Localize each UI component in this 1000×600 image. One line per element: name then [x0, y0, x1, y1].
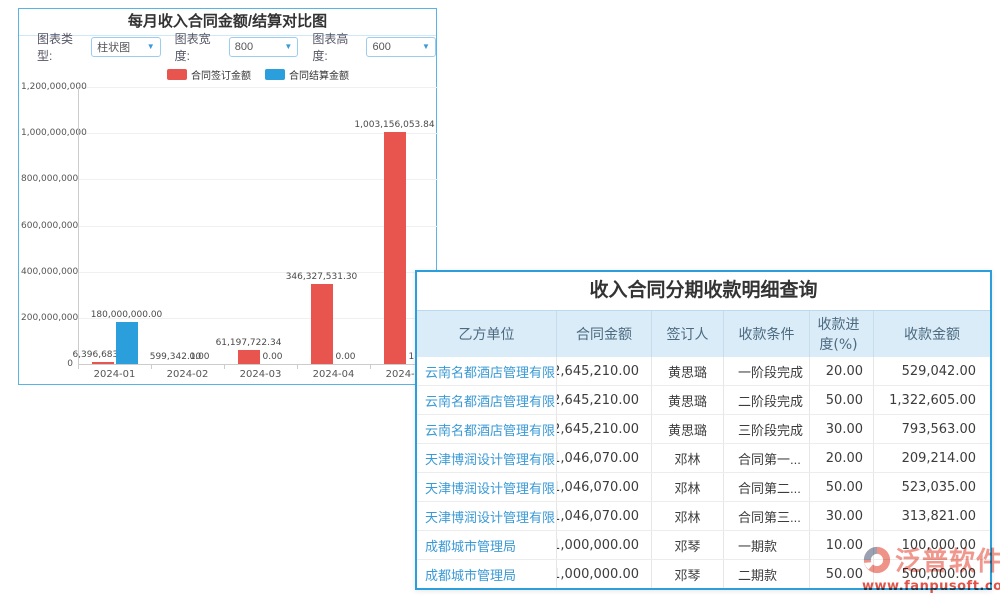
table-cell: 2,645,210.00	[557, 357, 652, 385]
table-cell: 30.00	[810, 502, 874, 530]
bar-chart: 1,200,000,000 1,000,000,000 800,000,000 600…	[19, 9, 436, 384]
bar-value-label: 346,327,531.30	[286, 272, 358, 282]
table-cell: 50.00	[810, 473, 874, 501]
chart-bar	[116, 322, 138, 364]
table-cell: 793,563.00	[874, 415, 990, 443]
y-axis-label: 0	[21, 359, 73, 369]
table-cell: 二阶段完成	[724, 386, 810, 414]
table-cell: 邓琴	[652, 531, 724, 559]
x-axis-label: 2024-03	[240, 369, 282, 380]
chart-bar	[238, 350, 260, 364]
party-b-link[interactable]: 成都城市管理局	[417, 560, 557, 588]
table-cell: 209,214.00	[874, 444, 990, 472]
x-axis-tick	[151, 365, 152, 369]
table-cell: 20.00	[810, 444, 874, 472]
party-b-link[interactable]: 成都城市管理局	[417, 531, 557, 559]
party-b-link[interactable]: 天津博润设计管理有限公	[417, 444, 557, 472]
table-cell: 2,645,210.00	[557, 415, 652, 443]
y-axis-label: 600,000,000	[21, 221, 73, 231]
table-row: 云南名都酒店管理有限公2,645,210.00黄思璐三阶段完成30.00793,…	[417, 415, 990, 444]
table-cell: 30.00	[810, 415, 874, 443]
table-cell: 1,322,605.00	[874, 386, 990, 414]
table-cell: 合同第三...	[724, 502, 810, 530]
bar-value-label: 180,000,000.00	[91, 310, 163, 320]
table-cell: 1,000,000.00	[557, 531, 652, 559]
x-axis-label: 2024-01	[94, 369, 136, 380]
table-row: 云南名都酒店管理有限公2,645,210.00黄思璐二阶段完成50.001,32…	[417, 386, 990, 415]
table-cell: 313,821.00	[874, 502, 990, 530]
table-cell: 1,000,000.00	[557, 560, 652, 588]
table-cell: 2,645,210.00	[557, 386, 652, 414]
table-cell: 合同第一...	[724, 444, 810, 472]
party-b-link[interactable]: 云南名都酒店管理有限公	[417, 415, 557, 443]
table-cell: 邓林	[652, 444, 724, 472]
x-axis-tick	[224, 365, 225, 369]
watermark-brand: 泛普软件	[895, 541, 1000, 578]
table-row: 天津博润设计管理有限公1,046,070.00邓林合同第三...30.00313…	[417, 502, 990, 531]
y-axis-line	[78, 87, 79, 364]
column-header-2: 签订人	[652, 311, 724, 357]
x-axis-line	[78, 364, 438, 365]
table-cell: 523,035.00	[874, 473, 990, 501]
table-row: 天津博润设计管理有限公1,046,070.00邓林合同第二...50.00523…	[417, 473, 990, 502]
table-cell: 一期款	[724, 531, 810, 559]
table-cell: 合同第二...	[724, 473, 810, 501]
y-axis-label: 400,000,000	[21, 267, 73, 277]
y-axis-label: 200,000,000	[21, 313, 73, 323]
watermark-url: www.fanpusoft.com	[862, 579, 998, 594]
table-header-row: 乙方单位合同金额签订人收款条件收款进度(%)收款金额	[417, 310, 990, 357]
chart-bar	[92, 362, 114, 364]
bar-value-label: 1,003,156,053.84	[354, 120, 434, 130]
table-cell: 一阶段完成	[724, 357, 810, 385]
bar-value-label: 0.00	[262, 352, 282, 362]
bar-value-label: 0.00	[189, 352, 209, 362]
table-cell: 黄思璐	[652, 357, 724, 385]
table-cell: 邓琴	[652, 560, 724, 588]
table-cell: 黄思璐	[652, 415, 724, 443]
x-axis-tick	[370, 365, 371, 369]
table-cell: 三阶段完成	[724, 415, 810, 443]
chart-bar	[384, 132, 406, 364]
table-row: 天津博润设计管理有限公1,046,070.00邓林合同第一...20.00209…	[417, 444, 990, 473]
y-axis-label: 800,000,000	[21, 174, 73, 184]
chart-bar	[311, 284, 333, 364]
column-header-5: 收款金额	[874, 311, 990, 357]
table-cell: 20.00	[810, 357, 874, 385]
y-axis-label: 1,000,000,000	[21, 128, 73, 138]
bar-value-label: 0.00	[335, 352, 355, 362]
table-cell: 邓林	[652, 473, 724, 501]
x-axis-label: 2024-02	[167, 369, 209, 380]
party-b-link[interactable]: 天津博润设计管理有限公	[417, 502, 557, 530]
bar-value-label: 61,197,722.34	[216, 338, 282, 348]
column-header-1: 合同金额	[557, 311, 652, 357]
x-axis-label: 2024-04	[313, 369, 355, 380]
column-header-4: 收款进度(%)	[810, 311, 874, 357]
column-header-0: 乙方单位	[417, 311, 557, 357]
y-axis-label: 1,200,000,000	[21, 82, 73, 92]
grid-line	[78, 87, 438, 88]
page: 每月收入合同金额/结算对比图 图表类型:柱状图▼图表宽度:800▼图表高度:60…	[0, 0, 1000, 600]
watermark: 泛普软件 www.fanpusoft.com	[862, 541, 998, 594]
fanpu-logo-icon	[862, 545, 892, 575]
table-title: 收入合同分期收款明细查询	[417, 272, 990, 310]
party-b-link[interactable]: 云南名都酒店管理有限公	[417, 357, 557, 385]
table-cell: 二期款	[724, 560, 810, 588]
x-axis-tick	[297, 365, 298, 369]
table-cell: 黄思璐	[652, 386, 724, 414]
table-cell: 邓林	[652, 502, 724, 530]
party-b-link[interactable]: 云南名都酒店管理有限公	[417, 386, 557, 414]
party-b-link[interactable]: 天津博润设计管理有限公	[417, 473, 557, 501]
table-cell: 1,046,070.00	[557, 502, 652, 530]
column-header-3: 收款条件	[724, 311, 810, 357]
table-row: 云南名都酒店管理有限公2,645,210.00黄思璐一阶段完成20.00529,…	[417, 357, 990, 386]
table-cell: 1,046,070.00	[557, 473, 652, 501]
table-cell: 1,046,070.00	[557, 444, 652, 472]
table-cell: 529,042.00	[874, 357, 990, 385]
table-cell: 50.00	[810, 386, 874, 414]
chart-panel: 每月收入合同金额/结算对比图 图表类型:柱状图▼图表宽度:800▼图表高度:60…	[18, 8, 437, 385]
x-axis-tick	[78, 365, 79, 369]
